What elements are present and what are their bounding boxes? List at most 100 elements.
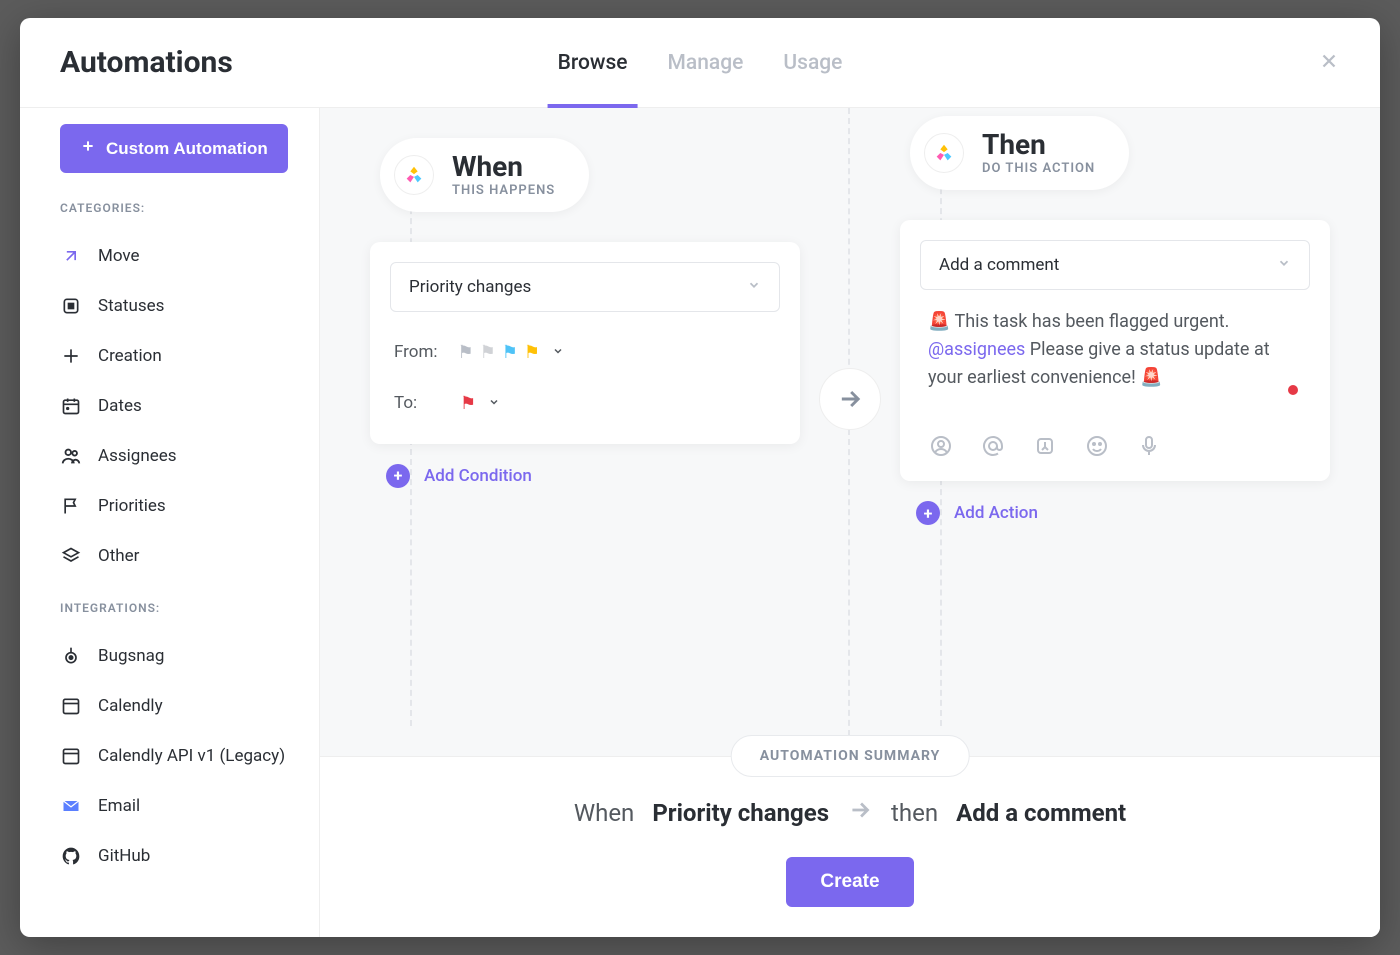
action-value: Add a comment (939, 255, 1059, 275)
trigger-card: Priority changes From: ⚑ ⚑ ⚑ ⚑ (370, 242, 800, 444)
modal-title: Automations (60, 45, 233, 80)
add-action-button[interactable]: + Add Action (916, 501, 1330, 525)
github-icon (60, 845, 82, 867)
layers-icon (60, 545, 82, 567)
trigger-value: Priority changes (409, 277, 531, 297)
categories-label: CATEGORIES: (60, 201, 305, 215)
chevron-down-icon (747, 277, 761, 297)
when-subtitle: THIS HAPPENS (452, 183, 555, 198)
integrations-label: INTEGRATIONS: (60, 601, 305, 615)
flag-icon: ⚑ (480, 342, 496, 363)
action-card: Add a comment 🚨 This task has been flagg… (900, 220, 1330, 482)
sidebar-item-label: Calendly (98, 696, 163, 716)
sidebar-item-label: Calendly API v1 (Legacy) (98, 746, 285, 766)
sidebar-item-move[interactable]: Move (60, 231, 305, 281)
automation-builder: When THIS HAPPENS Priority changes F (320, 108, 1380, 756)
arrow-right-icon (847, 797, 873, 829)
emoji-icon[interactable] (1082, 431, 1112, 461)
action-select[interactable]: Add a comment (920, 240, 1310, 290)
from-label: From: (394, 342, 438, 362)
sidebar-item-github[interactable]: GitHub (60, 831, 305, 881)
arrow-right-icon (819, 368, 881, 430)
tab-usage[interactable]: Usage (783, 18, 842, 107)
summary-when-bold: Priority changes (652, 799, 829, 827)
sidebar-item-label: Assignees (98, 446, 177, 466)
status-icon (60, 295, 82, 317)
then-column: Then DO THIS ACTION Add a comment 🚨 (850, 108, 1380, 756)
assignees-icon (60, 445, 82, 467)
sidebar-item-label: Move (98, 246, 140, 266)
bugsnag-icon (60, 645, 82, 667)
add-condition-button[interactable]: + Add Condition (386, 464, 800, 488)
tab-browse[interactable]: Browse (558, 18, 628, 107)
calendly-icon (60, 745, 82, 767)
summary-when-prefix: When (574, 799, 635, 827)
summary-then-bold: Add a comment (956, 799, 1126, 827)
comment-mention: @assignees (928, 339, 1025, 360)
flag-icon: ⚑ (524, 342, 540, 363)
tab-manage[interactable]: Manage (668, 18, 744, 107)
summary-text: When Priority changes then Add a comment (574, 797, 1126, 829)
email-icon (60, 795, 82, 817)
recording-indicator-icon (1288, 385, 1298, 395)
calendly-icon (60, 695, 82, 717)
footer: AUTOMATION SUMMARY When Priority changes… (320, 756, 1380, 937)
plus-circle-icon: + (386, 464, 410, 488)
sidebar-item-other[interactable]: Other (60, 531, 305, 581)
custom-automation-label: Custom Automation (106, 139, 268, 159)
plus-icon (80, 138, 96, 159)
modal-header: Automations Browse Manage Usage (20, 18, 1380, 108)
sidebar-item-label: Priorities (98, 496, 166, 516)
sidebar-item-assignees[interactable]: Assignees (60, 431, 305, 481)
flag-icon: ⚑ (502, 342, 518, 363)
then-header-pill: Then DO THIS ACTION (910, 116, 1129, 190)
tabs: Browse Manage Usage (558, 18, 843, 107)
chevron-down-icon (552, 342, 564, 362)
sidebar-item-dates[interactable]: Dates (60, 381, 305, 431)
summary-pill: AUTOMATION SUMMARY (731, 735, 970, 777)
sidebar-item-statuses[interactable]: Statuses (60, 281, 305, 331)
sidebar-item-label: Creation (98, 346, 162, 366)
sidebar-item-label: Email (98, 796, 140, 816)
sidebar-item-label: GitHub (98, 846, 150, 866)
sidebar-item-calendly[interactable]: Calendly (60, 681, 305, 731)
plus-circle-icon: + (916, 501, 940, 525)
sidebar-item-bugsnag[interactable]: Bugsnag (60, 631, 305, 681)
sidebar-item-label: Other (98, 546, 139, 566)
calendar-icon (60, 395, 82, 417)
when-column: When THIS HAPPENS Priority changes F (320, 108, 850, 756)
sidebar-item-creation[interactable]: Creation (60, 331, 305, 381)
trigger-select[interactable]: Priority changes (390, 262, 780, 312)
clickup-logo-icon (394, 155, 434, 195)
comment-textarea[interactable]: 🚨 This task has been flagged urgent. @as… (920, 290, 1310, 422)
command-icon[interactable] (1030, 431, 1060, 461)
sidebar-item-calendly-legacy[interactable]: Calendly API v1 (Legacy) (60, 731, 305, 781)
from-row: From: ⚑ ⚑ ⚑ ⚑ (390, 326, 780, 367)
creation-icon (60, 345, 82, 367)
sidebar-item-label: Statuses (98, 296, 164, 316)
assign-comment-icon[interactable] (926, 431, 956, 461)
sidebar-item-priorities[interactable]: Priorities (60, 481, 305, 531)
to-label: To: (394, 393, 440, 413)
comment-toolbar (920, 421, 1310, 461)
clickup-logo-icon (924, 133, 964, 173)
from-flags-selector[interactable]: ⚑ ⚑ ⚑ ⚑ (458, 342, 565, 363)
to-flag-selector[interactable]: ⚑ (460, 393, 500, 414)
flag-icon: ⚑ (458, 342, 474, 363)
move-icon (60, 245, 82, 267)
automations-modal: Automations Browse Manage Usage Custom A… (20, 18, 1380, 937)
flag-icon: ⚑ (460, 393, 476, 414)
modal-body: Custom Automation CATEGORIES: Move Statu… (20, 108, 1380, 937)
main-panel: When THIS HAPPENS Priority changes F (320, 108, 1380, 937)
create-button[interactable]: Create (786, 857, 913, 907)
sidebar-item-label: Bugsnag (98, 646, 164, 666)
mention-icon[interactable] (978, 431, 1008, 461)
add-condition-label: Add Condition (424, 466, 532, 486)
when-header-pill: When THIS HAPPENS (380, 138, 589, 212)
sidebar-item-label: Dates (98, 396, 142, 416)
chevron-down-icon (1277, 255, 1291, 275)
microphone-icon[interactable] (1134, 431, 1164, 461)
custom-automation-button[interactable]: Custom Automation (60, 124, 288, 173)
sidebar-item-email[interactable]: Email (60, 781, 305, 831)
close-icon[interactable] (1318, 46, 1340, 79)
